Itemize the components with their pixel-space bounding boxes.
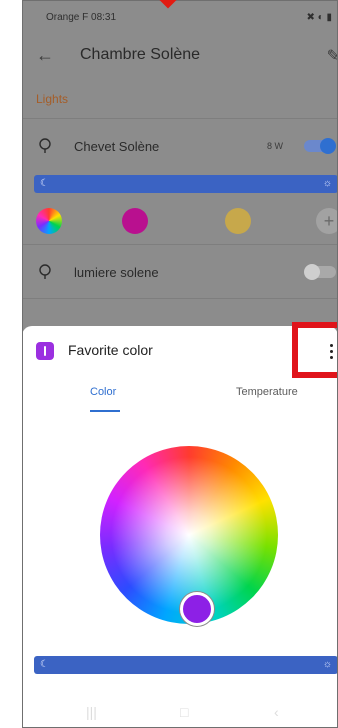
light-name: Chevet Solène — [74, 139, 160, 154]
light-brightness-slider[interactable]: ☾ ☼ — [34, 175, 338, 193]
swatch-gold[interactable] — [225, 208, 251, 234]
light-row-chevet[interactable]: Chevet Solène 8 W — [22, 126, 338, 166]
back-arrow-icon[interactable]: ← — [36, 46, 54, 64]
light-power: 8 W — [267, 141, 284, 151]
bulb-icon — [39, 264, 51, 279]
app-header: ← Chambre Solène ✎ — [22, 34, 338, 78]
light-row-lumiere[interactable]: lumiere solene — [22, 252, 338, 292]
lights-section-label: Lights — [36, 92, 69, 106]
edit-pencil-icon[interactable]: ✎ — [327, 46, 338, 66]
back-nav-icon[interactable]: ‹ — [274, 704, 279, 720]
status-bar: Orange F 08:31 ✖ ◐ ▮ — [22, 0, 338, 34]
row-divider — [22, 244, 338, 245]
brightness-slider[interactable]: ☾ ☼ — [34, 656, 338, 674]
add-swatch-button[interactable]: + — [316, 208, 338, 234]
color-picker-handle[interactable] — [180, 592, 214, 626]
highlight-box — [292, 322, 338, 378]
toggle-knob — [304, 264, 320, 280]
favorite-color-swatches: + — [22, 204, 338, 240]
bulb-icon — [39, 138, 51, 153]
moon-icon: ☾ — [40, 659, 49, 670]
light-name: lumiere solene — [74, 265, 159, 280]
status-carrier-time: Orange F 08:31 — [46, 12, 117, 23]
phone-screenshot: Orange F 08:31 ✖ ◐ ▮ ← Chambre Solène ✎ … — [22, 0, 338, 728]
moon-icon: ☾ — [40, 178, 49, 189]
toggle-knob — [320, 138, 336, 154]
color-wheel-swatch[interactable] — [36, 208, 62, 234]
tab-color[interactable]: Color — [90, 386, 116, 398]
section-divider — [22, 118, 338, 119]
sun-icon: ☼ — [322, 178, 332, 189]
light-toggle-on[interactable] — [304, 138, 336, 154]
recent-apps-icon[interactable]: ||| — [86, 704, 97, 720]
status-icons: ✖ ◐ ▮ — [306, 12, 332, 23]
light-toggle-off[interactable] — [304, 264, 336, 280]
sun-icon: ☼ — [322, 659, 332, 670]
room-title: Chambre Solène — [80, 46, 201, 63]
sheet-title: Favorite color — [68, 342, 153, 358]
active-tab-indicator — [90, 410, 120, 412]
android-navigation-bar: ||| □ ‹ — [22, 698, 338, 728]
tab-temperature[interactable]: Temperature — [236, 386, 298, 398]
favorite-color-sheet: Favorite color Color Temperature ☾ ☼ |||… — [22, 322, 338, 728]
swatch-magenta[interactable] — [122, 208, 148, 234]
row-divider — [22, 298, 338, 299]
home-icon[interactable]: □ — [180, 704, 188, 720]
light-app-icon — [36, 342, 54, 360]
